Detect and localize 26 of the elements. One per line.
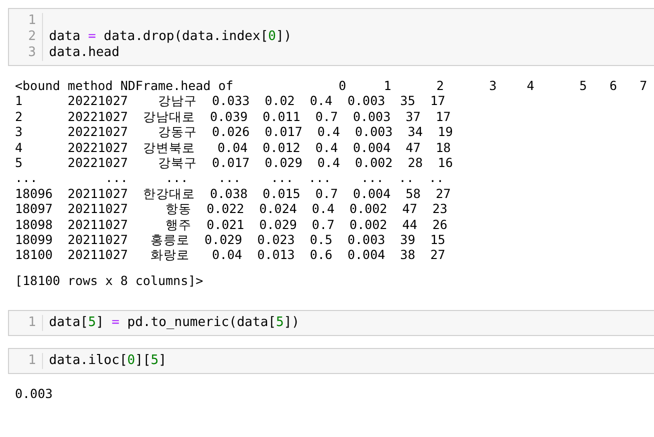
code-cell[interactable]: 1 2 3 data = data.drop(data.index[0]) data.head [8, 8, 654, 66]
code-line: data.head [49, 45, 120, 61]
output-line: 18100 20211027 화랑로 0.04 0.013 0.6 0.004 38 27 [15, 247, 446, 263]
output-line: ... ... ... ... ... ... ... .. .. [15, 170, 445, 186]
output-line: 2 20221027 강남대로 0.039 0.011 0.7 0.003 37 17 [15, 108, 452, 124]
code-cell[interactable]: 1 data[5] = pd.to_numeric(data[5]) [8, 310, 654, 336]
output-line: 4 20221027 강변북로 0.04 0.012 0.4 0.004 47 18 [15, 140, 452, 155]
code-line: data = data.drop(data.index[0]) [49, 29, 292, 45]
code-cell[interactable]: 1 data.iloc[0][5] [8, 348, 654, 374]
output-line: 18099 20211027 홍릉로 0.029 0.023 0.5 0.003 39 15 [15, 232, 446, 248]
output-line: [18100 rows x 8 columns]> [15, 272, 204, 288]
output-line: <bound method NDFrame.head of 0 1 2 3 4 5 6 7 [15, 78, 648, 94]
line-number: 2 [28, 29, 36, 45]
line-number: 1 [28, 315, 36, 332]
code-line: data.iloc[0][5] [49, 353, 166, 370]
line-number: 1 [28, 13, 36, 29]
line-number: 1 [28, 353, 36, 370]
output-line: 18097 20211027 항동 0.022 0.024 0.4 0.002 47 23 [15, 201, 448, 217]
code-line: data[5] = pd.to_numeric(data[5]) [49, 315, 300, 332]
output-line: 5 20221027 강북구 0.017 0.029 0.4 0.002 28 16 [15, 154, 454, 170]
line-number: 3 [28, 45, 36, 61]
output-line: 1 20221027 강남구 0.033 0.02 0.4 0.003 35 17 [15, 93, 446, 109]
output-line: 0.003 [15, 386, 54, 402]
output-line: 3 20221027 강동구 0.026 0.017 0.4 0.003 34 19 [15, 124, 454, 140]
output-line: 18096 20211027 한강대로 0.038 0.015 0.7 0.004 58 27 [15, 186, 452, 202]
output-line: 18098 20211027 행주 0.021 0.029 0.7 0.002 44 26 [15, 216, 448, 232]
